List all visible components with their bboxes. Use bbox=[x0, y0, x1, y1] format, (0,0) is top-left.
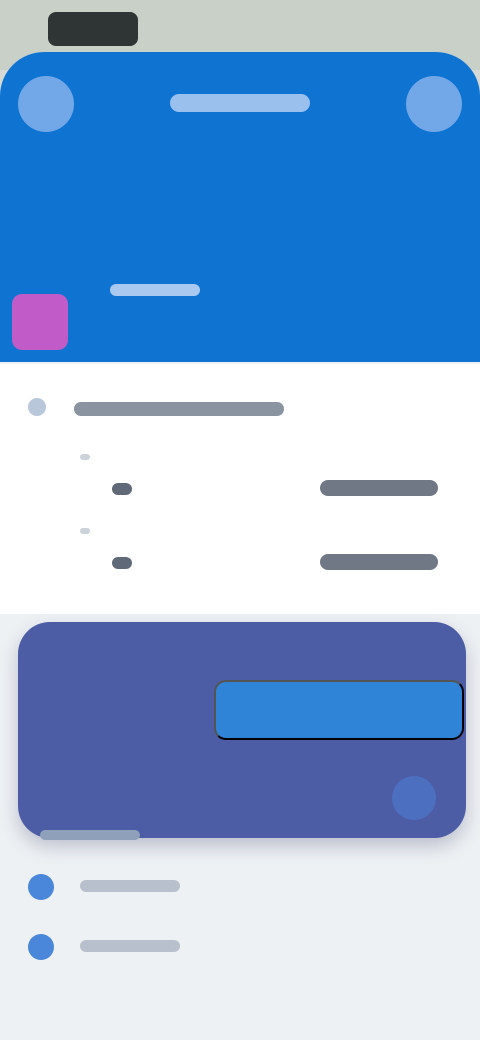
info-icon bbox=[28, 398, 46, 416]
globe-icon bbox=[28, 934, 54, 960]
primary-action-button[interactable] bbox=[214, 680, 464, 740]
page-subtitle bbox=[110, 284, 200, 296]
list-item[interactable] bbox=[20, 872, 240, 902]
detail-key bbox=[112, 557, 132, 569]
globe-icon bbox=[28, 874, 54, 900]
detail-marker bbox=[80, 454, 90, 460]
avatar bbox=[12, 294, 68, 350]
list-item[interactable] bbox=[20, 932, 240, 962]
app-screen: ⌄ → bbox=[0, 52, 480, 1040]
device-notch bbox=[48, 12, 138, 46]
arrow-icon[interactable]: → bbox=[392, 776, 436, 820]
section-label bbox=[74, 402, 284, 416]
detail-row bbox=[80, 528, 450, 572]
menu-button[interactable] bbox=[18, 76, 74, 132]
list-item-label bbox=[80, 880, 180, 892]
detail-value bbox=[320, 554, 438, 570]
profile-button[interactable] bbox=[406, 76, 462, 132]
detail-key bbox=[112, 483, 132, 495]
page-title bbox=[170, 94, 310, 112]
detail-value bbox=[320, 480, 438, 496]
list-item-label bbox=[80, 940, 180, 952]
detail-row bbox=[80, 454, 450, 498]
chevron-down-icon[interactable]: ⌄ bbox=[445, 404, 461, 420]
detail-marker bbox=[80, 528, 90, 534]
card-footer-label bbox=[40, 830, 140, 840]
app-bar bbox=[0, 52, 480, 362]
